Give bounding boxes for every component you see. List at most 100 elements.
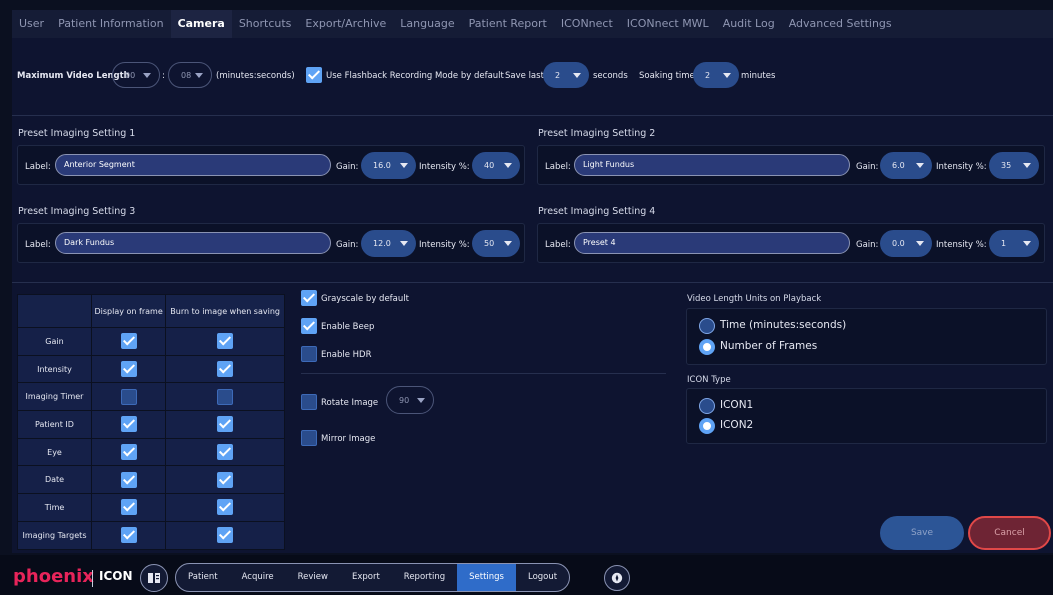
preset-4-label-text: Label: xyxy=(545,240,571,250)
chevron-down-icon xyxy=(573,72,581,78)
chevron-down-icon xyxy=(723,72,731,78)
rotate-image-checkbox[interactable] xyxy=(301,394,317,410)
nav-patient[interactable]: Patient xyxy=(176,564,230,591)
table-cell xyxy=(165,410,285,439)
save-button[interactable]: Save xyxy=(880,516,964,550)
table-cell xyxy=(165,493,285,522)
tab-patient-information[interactable]: Patient Information xyxy=(51,10,170,38)
preset-3-label-input[interactable]: Dark Fundus xyxy=(55,232,331,254)
imaging-targets-display-checkbox[interactable] xyxy=(120,527,137,544)
preset-1-intensity-select[interactable]: 40 xyxy=(472,152,520,179)
enable-beep-label: Enable Beep xyxy=(321,322,375,332)
table-cell xyxy=(90,437,167,467)
preset-2-intensity-value: 35 xyxy=(1001,161,1012,170)
nav-review[interactable]: Review xyxy=(286,564,340,591)
tab-patient-report[interactable]: Patient Report xyxy=(462,10,554,38)
preset-2-label-input[interactable]: Light Fundus xyxy=(574,154,850,176)
gain-burn-checkbox[interactable] xyxy=(217,333,234,350)
preset-4-intensity-select[interactable]: 1 xyxy=(989,230,1039,257)
tab-iconnect-mwl[interactable]: ICONnect MWL xyxy=(620,10,716,38)
enable-beep-checkbox[interactable] xyxy=(301,318,317,334)
nav-acquire[interactable]: Acquire xyxy=(230,564,286,591)
compass-icon xyxy=(611,572,623,584)
patient-id-display-checkbox[interactable] xyxy=(120,416,137,433)
grayscale-checkbox[interactable] xyxy=(301,290,317,306)
gain-display-checkbox[interactable] xyxy=(120,333,137,350)
imaging-timer-burn-checkbox[interactable] xyxy=(217,388,234,405)
tab-audit-log[interactable]: Audit Log xyxy=(716,10,782,38)
cancel-button[interactable]: Cancel xyxy=(968,516,1051,550)
video-seconds-select[interactable]: 08 xyxy=(168,62,212,88)
rotate-angle-value: 90 xyxy=(399,395,410,405)
save-last-select[interactable]: 2 xyxy=(543,62,589,88)
playback-frames-radio[interactable] xyxy=(699,339,715,355)
preset-4-label-input[interactable]: Preset 4 xyxy=(574,232,850,254)
imaging-timer-display-checkbox[interactable] xyxy=(120,388,137,405)
nav-settings[interactable]: Settings xyxy=(457,564,516,591)
preset-4-intensity-value: 1 xyxy=(1001,239,1007,248)
table-row: Imaging Timer xyxy=(17,382,285,412)
intensity-burn-checkbox[interactable] xyxy=(217,361,234,378)
preset-4-gain-select[interactable]: 0.0 xyxy=(880,230,932,257)
table-header-row: Display on frame Burn to image when savi… xyxy=(17,294,285,328)
help-button[interactable] xyxy=(604,565,630,591)
preset-4-title: Preset Imaging Setting 4 xyxy=(538,206,656,217)
tab-language[interactable]: Language xyxy=(393,10,461,38)
mirror-image-checkbox[interactable] xyxy=(301,430,317,446)
preset-1-intensity-label: Intensity %: xyxy=(419,162,470,172)
rotate-angle-select[interactable]: 90 xyxy=(386,386,434,414)
time-display-checkbox[interactable] xyxy=(120,499,137,516)
imaging-targets-burn-checkbox[interactable] xyxy=(217,527,234,544)
row-label-patient-id: Patient ID xyxy=(17,410,92,439)
tab-camera[interactable]: Camera xyxy=(170,10,232,38)
soaking-time-select[interactable]: 2 xyxy=(693,62,739,88)
time-burn-checkbox[interactable] xyxy=(217,499,234,516)
preset-2-intensity-select[interactable]: 35 xyxy=(989,152,1039,179)
table-cell xyxy=(90,382,167,412)
preset-4-intensity-label: Intensity %: xyxy=(936,240,987,250)
row-label-eye: Eye xyxy=(17,437,92,467)
save-last-label: Save last xyxy=(505,71,544,81)
nav-export[interactable]: Export xyxy=(340,564,392,591)
video-minutes-select[interactable]: 00 xyxy=(112,62,160,88)
tab-export-archive[interactable]: Export/Archive xyxy=(298,10,393,38)
nav-logout[interactable]: Logout xyxy=(516,564,569,591)
enable-hdr-checkbox[interactable] xyxy=(301,346,317,362)
preset-2-gain-select[interactable]: 6.0 xyxy=(880,152,932,179)
brand-phoenix: phoenix xyxy=(13,566,94,587)
table-row: Time xyxy=(17,493,285,522)
table-cell xyxy=(165,520,285,550)
eye-display-checkbox[interactable] xyxy=(120,444,137,461)
save-last-value: 2 xyxy=(555,70,561,80)
date-display-checkbox[interactable] xyxy=(120,471,137,488)
divider xyxy=(301,373,666,374)
icon2-radio[interactable] xyxy=(699,418,715,434)
device-info-button[interactable] xyxy=(140,564,168,592)
time-separator: : xyxy=(162,71,165,81)
preset-1-gain-select[interactable]: 16.0 xyxy=(361,152,416,179)
preset-3-gain-label: Gain: xyxy=(336,240,359,250)
tab-iconnect[interactable]: ICONnect xyxy=(554,10,620,38)
icon1-radio[interactable] xyxy=(699,398,715,414)
overlay-options-table: Display on frame Burn to image when savi… xyxy=(17,294,285,550)
playback-time-radio[interactable] xyxy=(699,318,715,334)
playback-time-label: Time (minutes:seconds) xyxy=(720,319,847,331)
preset-1-label-input[interactable]: Anterior Segment xyxy=(55,154,331,176)
soaking-time-label: Soaking time xyxy=(639,71,695,81)
date-burn-checkbox[interactable] xyxy=(217,471,234,488)
preset-1-gain-label: Gain: xyxy=(336,162,359,172)
preset-4-gain-label: Gain: xyxy=(856,240,879,250)
patient-id-burn-checkbox[interactable] xyxy=(217,416,234,433)
nav-reporting[interactable]: Reporting xyxy=(392,564,457,591)
icon-type-title: ICON Type xyxy=(687,375,731,385)
tab-shortcuts[interactable]: Shortcuts xyxy=(232,10,299,38)
tab-advanced-settings[interactable]: Advanced Settings xyxy=(782,10,899,38)
tab-user[interactable]: User xyxy=(12,10,51,38)
flashback-recording-checkbox[interactable] xyxy=(306,67,322,83)
preset-3-gain-select[interactable]: 12.0 xyxy=(361,230,416,257)
table-cell xyxy=(90,410,167,439)
eye-burn-checkbox[interactable] xyxy=(217,444,234,461)
preset-3-intensity-select[interactable]: 50 xyxy=(472,230,520,257)
table-row: Imaging Targets xyxy=(17,520,285,550)
intensity-display-checkbox[interactable] xyxy=(120,361,137,378)
